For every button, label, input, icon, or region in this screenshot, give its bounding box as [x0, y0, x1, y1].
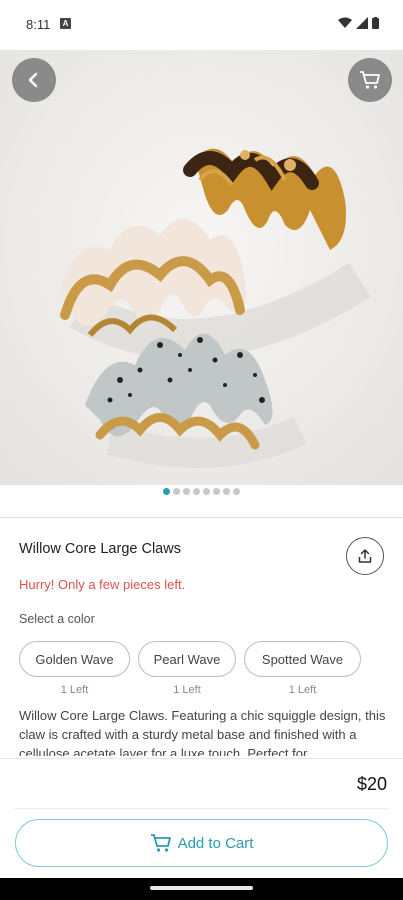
- back-arrow-icon: [28, 72, 38, 88]
- color-option-spotted-wave[interactable]: Spotted Wave: [244, 641, 361, 677]
- carousel-dot[interactable]: [223, 488, 230, 495]
- image-carousel-dots[interactable]: [0, 488, 403, 495]
- carousel-dot[interactable]: [193, 488, 200, 495]
- back-button[interactable]: [12, 58, 56, 102]
- product-title: Willow Core Large Claws: [19, 541, 181, 557]
- carousel-dot[interactable]: [203, 488, 210, 495]
- stock-count: 1 Left: [60, 684, 89, 696]
- status-bar: 8:11 A: [0, 0, 403, 50]
- stock-count: 1 Left: [288, 684, 317, 696]
- cart-icon: [360, 71, 380, 89]
- add-to-cart-button[interactable]: Add to Cart: [15, 819, 388, 867]
- select-color-label: Select a color: [19, 612, 95, 626]
- carousel-dot[interactable]: [163, 488, 170, 495]
- hair-claw-product-photo: [0, 50, 403, 485]
- carousel-dot[interactable]: [183, 488, 190, 495]
- share-icon: [358, 549, 372, 563]
- cart-icon: [150, 834, 171, 852]
- carousel-dot[interactable]: [173, 488, 180, 495]
- a-letter-icon: A: [60, 18, 71, 29]
- color-option-pearl-wave[interactable]: Pearl Wave: [138, 641, 236, 677]
- product-image[interactable]: [0, 50, 403, 485]
- divider: [14, 808, 389, 809]
- home-handle[interactable]: [150, 886, 253, 890]
- status-time: 8:11: [26, 17, 51, 32]
- add-to-cart-label: Add to Cart: [177, 834, 254, 852]
- color-option-golden-wave[interactable]: Golden Wave: [19, 641, 130, 677]
- share-button[interactable]: [346, 537, 384, 575]
- price: $20: [356, 774, 387, 794]
- stock-warning: Hurry! Only a few pieces left.: [19, 577, 186, 592]
- stock-count: 1 Left: [173, 684, 201, 696]
- carousel-dot[interactable]: [233, 488, 240, 495]
- product-description: Willow Core Large Claws. Featuring a chi…: [19, 708, 386, 756]
- cart-button[interactable]: [348, 58, 392, 102]
- divider: [0, 517, 403, 518]
- wifi-icon: [338, 17, 352, 28]
- signal-icon: [356, 17, 368, 29]
- carousel-dot[interactable]: [213, 488, 220, 495]
- battery-icon: [372, 17, 379, 29]
- status-icons: [338, 17, 379, 29]
